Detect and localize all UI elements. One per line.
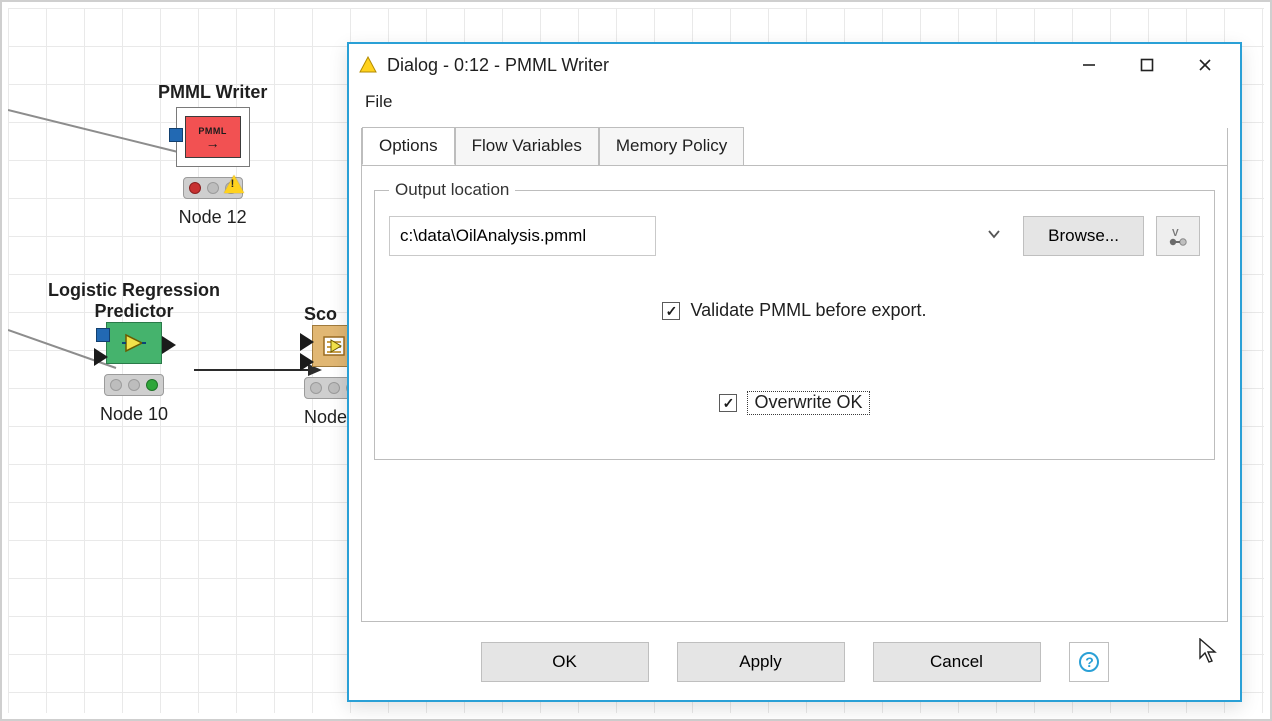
node-title-line1: Logistic Regression (48, 280, 220, 301)
overwrite-checkbox[interactable] (719, 394, 737, 412)
predictor-icon (120, 331, 148, 355)
browse-button[interactable]: Browse... (1023, 216, 1144, 256)
validate-checkbox-label: Validate PMML before export. (690, 300, 926, 321)
chevron-down-icon (987, 226, 1001, 246)
validate-checkbox-row[interactable]: Validate PMML before export. (662, 300, 926, 321)
maximize-button[interactable] (1118, 46, 1176, 84)
status-dot (128, 379, 140, 391)
node-status (104, 374, 164, 396)
tab-options[interactable]: Options (362, 127, 455, 165)
node-body-frame: PMML → (176, 107, 250, 167)
node-input-port[interactable] (96, 328, 110, 342)
dialog-window: Dialog - 0:12 - PMML Writer File Options (347, 42, 1242, 702)
output-path-row: Browse... V (389, 216, 1200, 256)
output-location-legend: Output location (389, 180, 515, 200)
pmml-icon: PMML → (198, 126, 227, 148)
dialog-titlebar[interactable]: Dialog - 0:12 - PMML Writer (349, 44, 1240, 86)
output-location-fieldset: Output location Browse... V (374, 180, 1215, 460)
svg-text:V: V (1172, 228, 1179, 239)
overwrite-checkbox-row[interactable]: Overwrite OK (719, 391, 869, 415)
node-title: PMML Writer (158, 82, 267, 103)
output-path-input[interactable] (389, 216, 656, 256)
menu-file[interactable]: File (361, 90, 396, 114)
close-button[interactable] (1176, 46, 1234, 84)
output-path-combo[interactable] (389, 216, 1011, 256)
app-stage: PMML Writer PMML → Node 12 Logistic (0, 0, 1272, 721)
status-dot (110, 379, 122, 391)
scorer-icon (321, 334, 347, 358)
mouse-cursor-icon (1199, 638, 1219, 666)
minimize-button[interactable] (1060, 46, 1118, 84)
dialog-title: Dialog - 0:12 - PMML Writer (387, 55, 609, 76)
warning-icon (224, 175, 244, 193)
flow-variable-icon: V (1166, 224, 1190, 248)
status-dot-red (189, 182, 201, 194)
overwrite-checkbox-label: Overwrite OK (747, 391, 869, 415)
status-dot (328, 382, 340, 394)
tab-panel-options: Output location Browse... V (362, 165, 1227, 478)
window-controls (1060, 46, 1234, 84)
svg-text:?: ? (1085, 654, 1094, 670)
node-input-port-triangle[interactable] (300, 353, 314, 371)
dialog-footer: OK Apply Cancel ? (349, 622, 1240, 700)
tab-flow-variables[interactable]: Flow Variables (455, 127, 599, 165)
status-dot (207, 182, 219, 194)
options-center: Validate PMML before export. Overwrite O… (389, 256, 1200, 435)
knime-icon (359, 56, 377, 74)
node-caption: Node 12 (158, 207, 267, 228)
status-dot (310, 382, 322, 394)
validate-checkbox[interactable] (662, 302, 680, 320)
node-body (106, 322, 162, 364)
help-icon: ? (1078, 651, 1100, 673)
node-input-port-triangle[interactable] (94, 348, 108, 366)
cancel-button[interactable]: Cancel (873, 642, 1041, 682)
help-button[interactable]: ? (1069, 642, 1109, 682)
node-pmml-writer[interactable]: PMML Writer PMML → Node 12 (158, 82, 267, 228)
dialog-tabs: Options Flow Variables Memory Policy Out… (361, 128, 1228, 622)
node-output-port-triangle[interactable] (162, 336, 176, 354)
node-body: PMML → (185, 116, 241, 158)
ok-button[interactable]: OK (481, 642, 649, 682)
tab-memory-policy[interactable]: Memory Policy (599, 127, 744, 165)
dialog-menu-bar: File (349, 86, 1240, 122)
flow-variable-button[interactable]: V (1156, 216, 1200, 256)
apply-button[interactable]: Apply (677, 642, 845, 682)
node-input-port[interactable] (169, 128, 183, 142)
node-lr-predictor[interactable]: Logistic Regression Predictor (48, 280, 220, 425)
node-caption: Node 10 (48, 404, 220, 425)
node-status (183, 177, 243, 199)
status-dot-green (146, 379, 158, 391)
tabs-header: Options Flow Variables Memory Policy (362, 127, 1227, 165)
node-input-port-triangle[interactable] (300, 333, 314, 351)
node-title-line2: Predictor (48, 301, 220, 322)
